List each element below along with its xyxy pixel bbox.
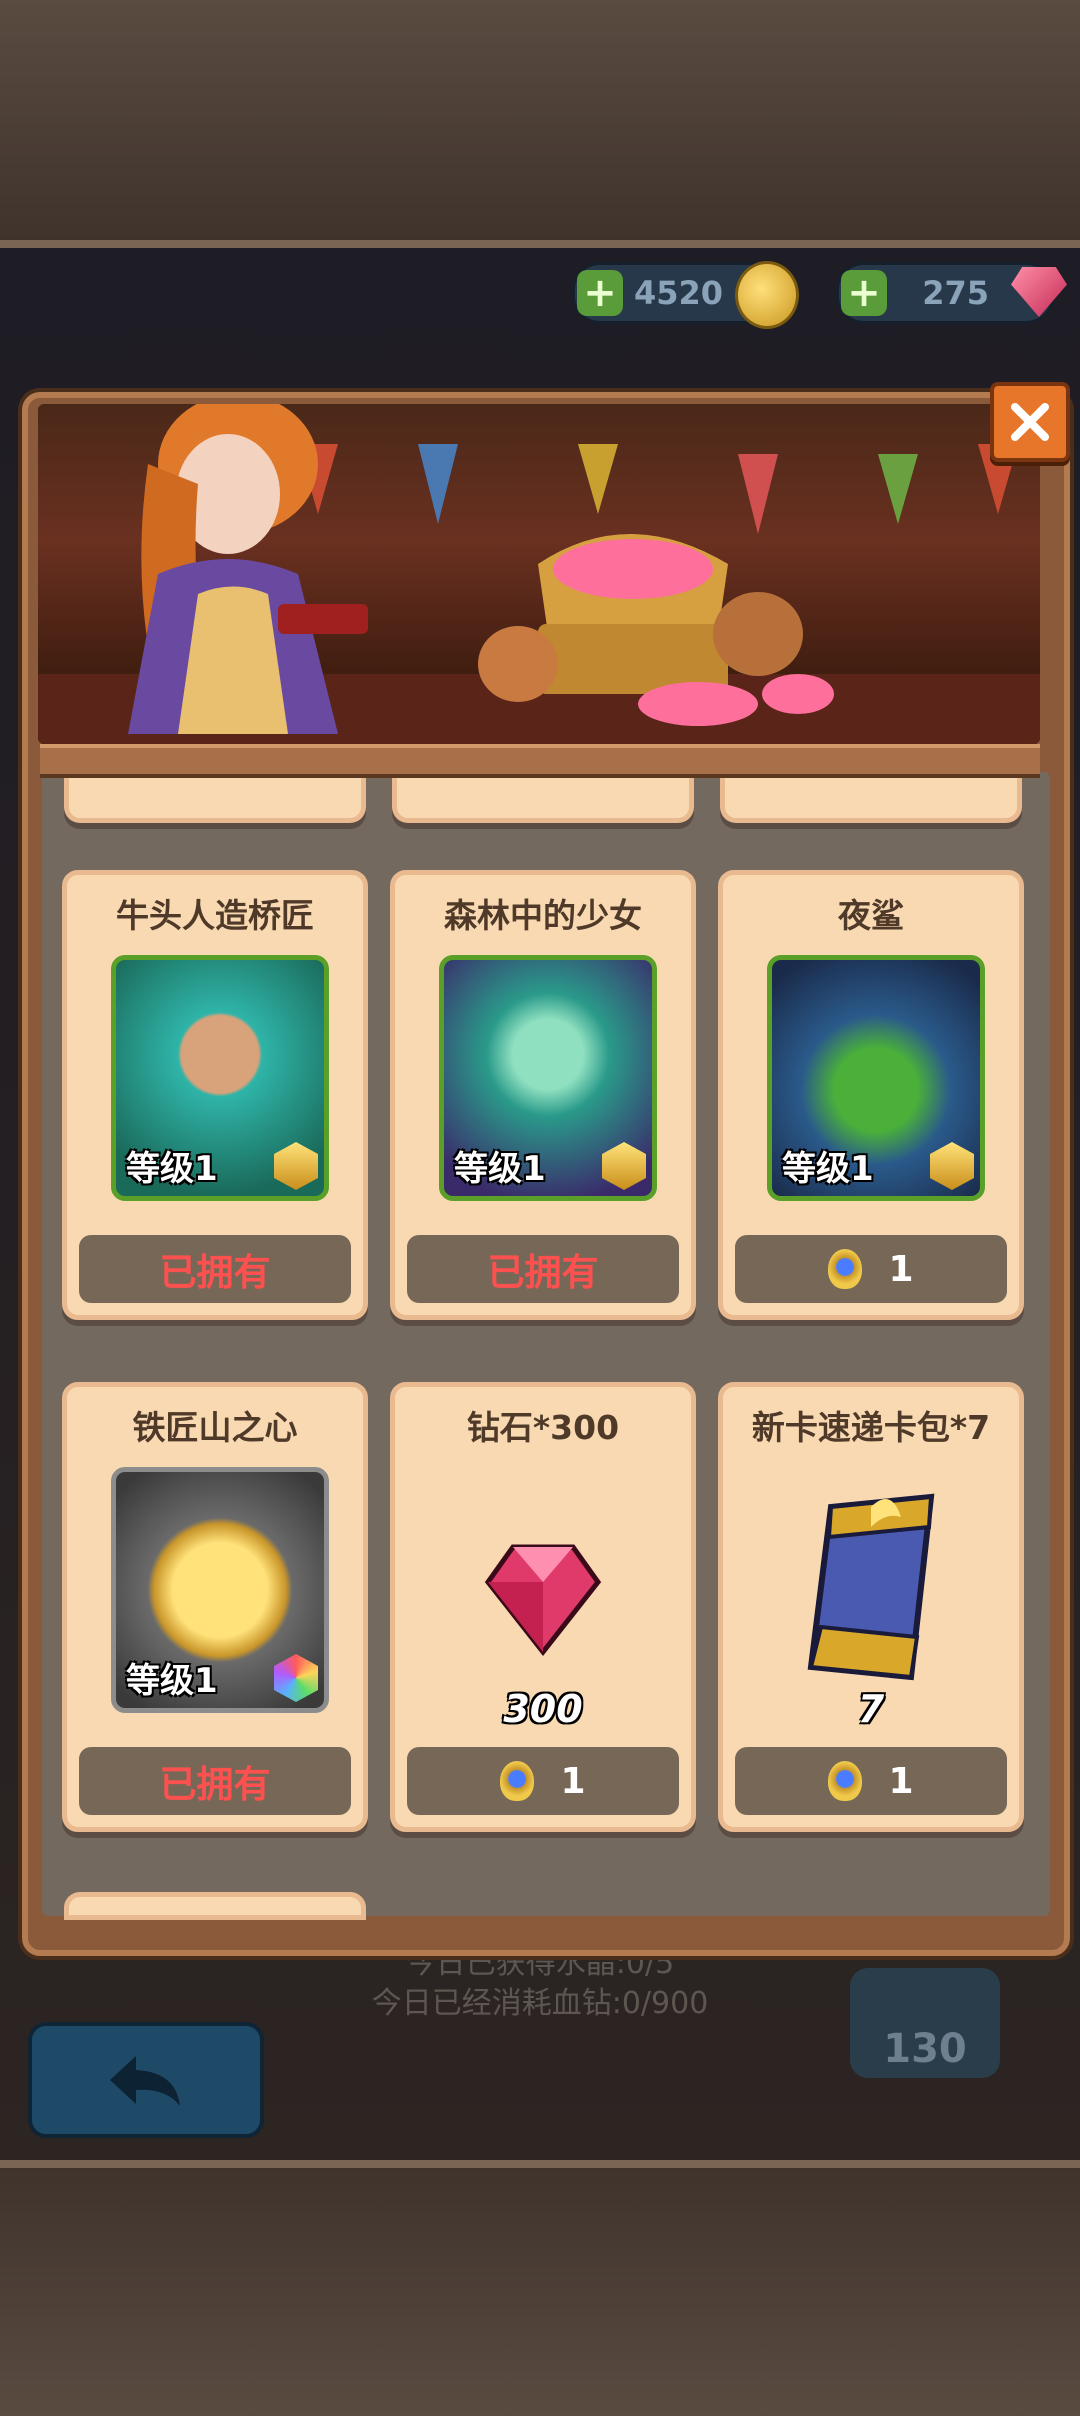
gold-rarity-icon: [930, 1142, 974, 1190]
shop-card[interactable]: 牛头人造桥匠 等级1 已拥有: [62, 870, 368, 1320]
item-count: 300: [503, 1687, 583, 1731]
close-button[interactable]: [990, 382, 1070, 462]
add-gold-button[interactable]: +: [577, 270, 623, 316]
gold-coin-icon: [735, 261, 799, 329]
shop-banner: [38, 404, 1040, 744]
owned-button[interactable]: 已拥有: [79, 1747, 351, 1815]
top-wall: [0, 0, 1080, 248]
buy-button[interactable]: 1: [735, 1747, 1007, 1815]
buy-button[interactable]: 1: [407, 1747, 679, 1815]
medal-icon: [828, 1761, 863, 1801]
add-gems-button[interactable]: +: [841, 270, 887, 316]
card-level: 等级1: [126, 1661, 218, 1701]
card-pack-icon: [807, 1493, 935, 1681]
card-title: 夜鲨: [838, 896, 904, 935]
gem-currency: + 275: [836, 262, 1067, 324]
shop-card[interactable]: 新卡速递卡包*7 7 1: [718, 1382, 1024, 1832]
card-stub-bottom: [64, 1892, 366, 1920]
bottom-coin-counter: 130: [850, 1968, 1000, 2078]
hero-portrait: 等级1: [439, 955, 657, 1201]
close-icon: [1011, 403, 1049, 441]
owned-label: 已拥有: [159, 1763, 271, 1806]
back-button[interactable]: [28, 2022, 264, 2138]
rainbow-rarity-icon: [274, 1654, 318, 1702]
gold-currency: + 4520: [572, 261, 799, 329]
medal-icon: [500, 1761, 535, 1801]
owned-button[interactable]: 已拥有: [79, 1235, 351, 1303]
shop-card[interactable]: 铁匠山之心 等级1 已拥有: [62, 1382, 368, 1832]
back-arrow-icon: [110, 2056, 180, 2106]
card-title: 铁匠山之心: [132, 1408, 298, 1447]
item-count: 7: [857, 1687, 885, 1731]
item-portrait: 等级1: [111, 1467, 329, 1713]
card-title: 新卡速递卡包*7: [751, 1408, 991, 1447]
cost-value: 1: [560, 1760, 586, 1802]
bottom-coin-value: 130: [883, 2026, 967, 2072]
owned-label: 已拥有: [159, 1251, 271, 1294]
cost-value: 1: [888, 1760, 914, 1802]
banner-divider: [40, 744, 1040, 778]
card-level: 等级1: [454, 1149, 546, 1189]
hero-portrait: 等级1: [767, 955, 985, 1201]
hero-portrait: 等级1: [111, 955, 329, 1201]
gold-rarity-icon: [274, 1142, 318, 1190]
shop-card[interactable]: 钻石*300 300 1: [390, 1382, 696, 1832]
buy-button[interactable]: 1: [735, 1235, 1007, 1303]
card-title: 牛头人造桥匠: [116, 896, 314, 935]
bottom-wall: [0, 2160, 1080, 2416]
shop-card[interactable]: 夜鲨 等级1 1: [718, 870, 1024, 1320]
medal-icon: [828, 1249, 863, 1289]
card-level: 等级1: [782, 1149, 874, 1189]
gem-icon: [484, 1544, 602, 1657]
gold-rarity-icon: [602, 1142, 646, 1190]
owned-button[interactable]: 已拥有: [407, 1235, 679, 1303]
cost-value: 1: [888, 1248, 914, 1290]
merchant-illustration: [38, 404, 1040, 744]
card-title: 钻石*300: [466, 1408, 620, 1447]
shop-card[interactable]: 森林中的少女 等级1 已拥有: [390, 870, 696, 1320]
owned-label: 已拥有: [487, 1251, 599, 1294]
card-title: 森林中的少女: [444, 896, 642, 935]
card-level: 等级1: [126, 1149, 218, 1189]
